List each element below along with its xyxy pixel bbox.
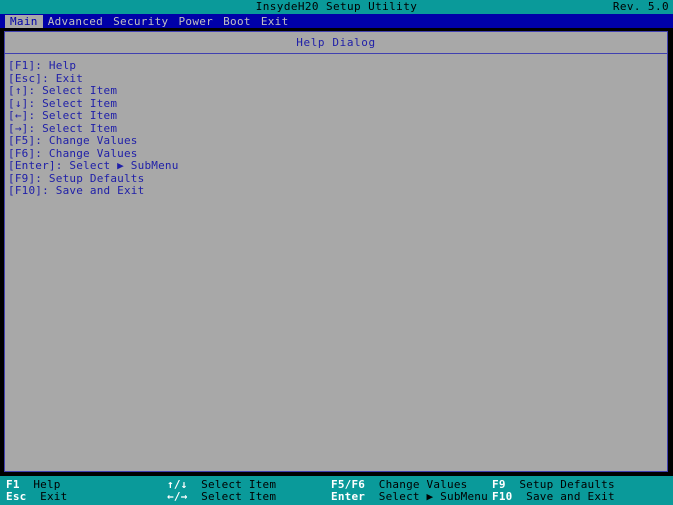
- help-line: [↑]: Select Item: [8, 84, 118, 97]
- status-hint-desc: Save and Exit: [526, 490, 615, 503]
- help-line: [F10]: Save and Exit: [8, 184, 145, 197]
- help-dialog-header: Help Dialog: [5, 32, 667, 54]
- status-hint-key: ←/→: [167, 490, 188, 503]
- bios-setup-screen: InsydeH20 Setup Utility Rev. 5.0 Main Adv…: [0, 0, 673, 505]
- status-hint-key: Esc: [6, 490, 27, 503]
- help-line: [F5]: Change Values: [8, 134, 138, 147]
- revision-label: Rev. 5.0: [612, 0, 669, 13]
- status-hint-desc: Select Item: [201, 490, 277, 503]
- menu-item-power[interactable]: Power: [173, 15, 218, 28]
- status-hint-desc: Select ▶ SubMenu: [378, 490, 488, 503]
- help-line: [Enter]: Select ▶ SubMenu: [8, 159, 179, 172]
- title-bar: InsydeH20 Setup Utility Rev. 5.0: [0, 0, 673, 14]
- status-hint-key: Enter: [331, 490, 366, 503]
- status-hint-key: F10: [492, 490, 513, 503]
- menu-bar: Main Advanced Security Power Boot Exit: [0, 14, 673, 28]
- help-dialog-body: [F1]: Help [Esc]: Exit [↑]: Select Item [↓]…: [8, 59, 664, 198]
- menu-item-boot[interactable]: Boot: [218, 15, 256, 28]
- app-title: InsydeH20 Setup Utility: [255, 0, 418, 13]
- menu-item-exit[interactable]: Exit: [256, 15, 294, 28]
- help-line: [F1]: Help: [8, 59, 77, 72]
- menu-item-main[interactable]: Main: [5, 14, 43, 28]
- status-hint: F10 Save and Exit: [492, 490, 615, 504]
- status-bar: F1 Help Esc Exit ↑/↓ Select Item ←/→ Select…: [0, 476, 673, 505]
- menu-item-advanced[interactable]: Advanced: [43, 15, 108, 28]
- status-hint: Esc Exit: [6, 490, 68, 504]
- help-dialog-title: Help Dialog: [296, 36, 376, 49]
- status-hint: ←/→ Select Item: [167, 490, 277, 504]
- status-hint-desc: Exit: [40, 490, 68, 503]
- status-hint: Enter Select ▶ SubMenu: [331, 490, 488, 504]
- menu-item-security[interactable]: Security: [108, 15, 173, 28]
- help-line: [←]: Select Item: [8, 109, 118, 122]
- content-panel: Help Dialog [F1]: Help [Esc]: Exit [↑]: Se…: [4, 31, 668, 472]
